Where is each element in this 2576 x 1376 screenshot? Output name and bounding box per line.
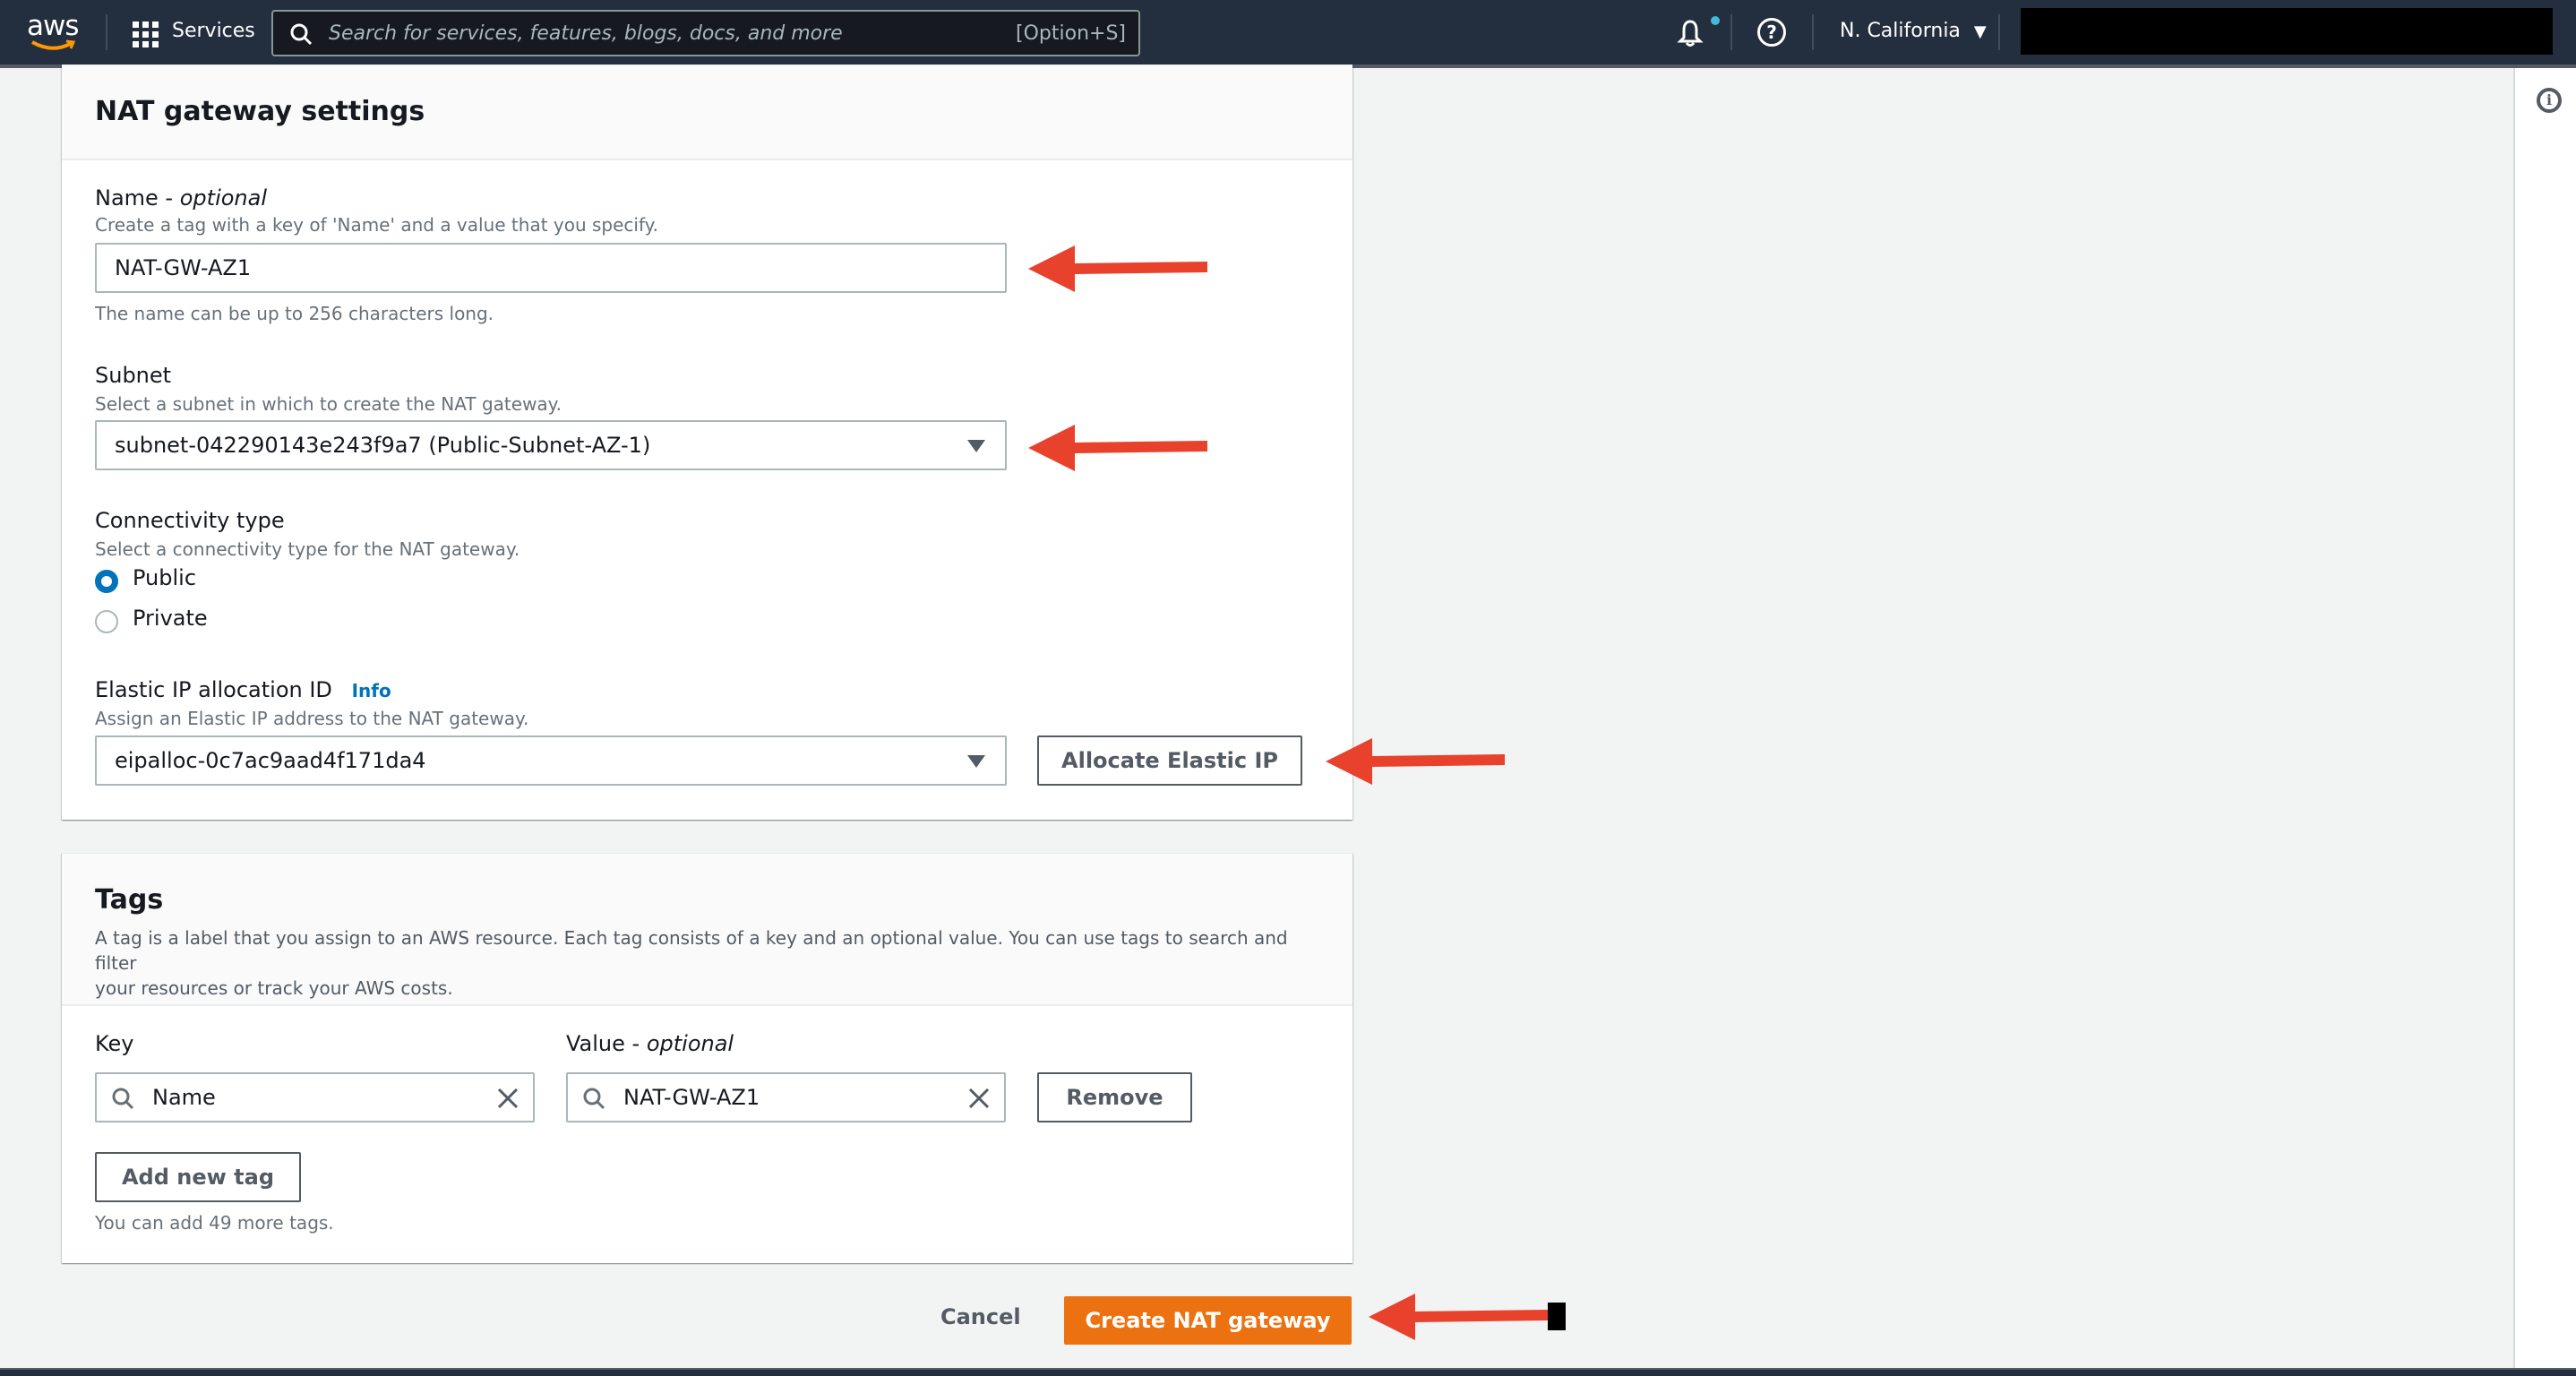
nav-divider [1998,14,2000,50]
name-input-value: NAT-GW-AZ1 [115,255,252,280]
cancel-button[interactable]: Cancel [940,1304,1021,1329]
tag-key-input[interactable]: Name [95,1072,535,1122]
tag-value-input[interactable]: NAT-GW-AZ1 [566,1072,1006,1122]
aws-logo[interactable]: aws [27,13,80,40]
search-placeholder: Search for services, features, blogs, do… [329,22,843,45]
elastic-ip-label: Elastic IP allocation ID Info [95,677,391,702]
help-panel-rail: i [2513,68,2576,1368]
search-icon [112,1088,134,1110]
redaction-block [1548,1303,1566,1330]
allocate-elastic-ip-button[interactable]: Allocate Elastic IP [1037,735,1302,786]
panel-title: NAT gateway settings [95,96,425,127]
tag-key-label: Key [95,1031,134,1056]
panel-header: NAT gateway settings [62,65,1352,160]
search-icon [583,1088,605,1110]
help-icon[interactable]: ? [1757,18,1786,47]
elastic-ip-description: Assign an Elastic IP address to the NAT … [95,708,529,729]
name-input[interactable]: NAT-GW-AZ1 [95,243,1007,293]
services-menu-button[interactable]: Services [172,20,255,42]
tag-value-label: Value - optional [566,1031,734,1056]
radio-private[interactable]: Private [95,606,364,638]
clear-icon[interactable] [967,1087,991,1110]
tag-key-value: Name [152,1085,216,1110]
bottom-bar [0,1368,2576,1376]
radio-unselected-icon[interactable] [95,610,118,633]
tags-panel: Tags A tag is a label that you assign to… [62,853,1352,1263]
connectivity-type-label: Connectivity type [95,508,285,533]
subnet-field-description: Select a subnet in which to create the N… [95,393,562,415]
annotation-arrow-icon [1369,1294,1548,1340]
search-icon [290,23,313,46]
radio-private-label: Private [133,606,208,631]
grid-icon[interactable] [133,22,159,48]
caret-down-icon [967,755,985,768]
region-label: N. California [1840,20,1961,42]
create-nat-gateway-button[interactable]: Create NAT gateway [1064,1296,1352,1345]
panel-header: Tags A tag is a label that you assign to… [62,854,1352,1006]
connectivity-type-description: Select a connectivity type for the NAT g… [95,538,520,560]
subnet-field-label: Subnet [95,363,172,388]
name-constraint-text: The name can be up to 256 characters lon… [95,303,494,324]
add-new-tag-button[interactable]: Add new tag [95,1152,301,1202]
nav-divider [1730,14,1732,50]
annotation-arrow-icon [1028,425,1207,471]
caret-down-icon: ▼ [1973,22,1987,41]
tag-row: Name NAT-GW-AZ1 Remove [95,1072,1313,1122]
search-shortcut-hint: [Option+S] [1016,22,1126,45]
caret-down-icon [967,440,985,452]
info-icon[interactable]: i [2537,88,2562,113]
annotation-arrow-icon [1028,245,1207,292]
aws-smile-icon [31,39,75,50]
elastic-ip-select-value: eipalloc-0c7ac9aad4f171da4 [115,748,426,773]
radio-selected-icon[interactable] [95,570,118,593]
subnet-select-value: subnet-042290143e243f9a7 (Public-Subnet-… [115,433,651,458]
nav-divider [106,14,107,50]
remove-tag-button[interactable]: Remove [1037,1072,1192,1122]
bell-icon[interactable] [1675,18,1705,48]
account-menu-redacted[interactable] [2021,8,2553,55]
global-search-input[interactable]: Search for services, features, blogs, do… [271,10,1140,56]
name-field-label: Name - optional [95,185,267,211]
clear-icon[interactable] [496,1087,519,1110]
radio-public-label: Public [133,565,197,590]
elastic-ip-info-link[interactable]: Info [352,680,391,701]
tags-title: Tags [95,884,164,916]
tag-value-value: NAT-GW-AZ1 [623,1085,760,1110]
tags-remaining-text: You can add 49 more tags. [95,1212,334,1234]
tags-description: A tag is a label that you assign to an A… [95,927,1288,999]
nav-divider [1812,14,1814,50]
elastic-ip-select[interactable]: eipalloc-0c7ac9aad4f171da4 [95,735,1007,786]
subnet-select[interactable]: subnet-042290143e243f9a7 (Public-Subnet-… [95,420,1007,470]
name-field-description: Create a tag with a key of 'Name' and a … [95,214,659,236]
region-selector[interactable]: N. California ▼ [1840,20,1987,42]
notification-dot [1711,16,1720,25]
radio-public[interactable]: Public [95,565,364,598]
annotation-arrow-icon [1326,738,1505,785]
top-navigation-bar: aws Services Search for services, featur… [0,0,2576,64]
